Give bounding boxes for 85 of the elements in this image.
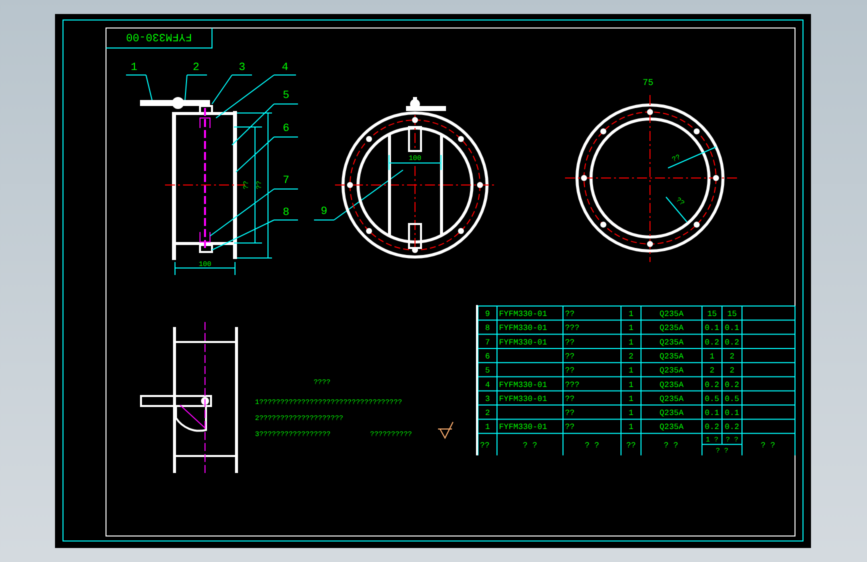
table-cell: ?? xyxy=(565,338,575,348)
table-cell: 2 xyxy=(710,366,714,376)
table-cell: 1 xyxy=(628,409,634,418)
table-header: ?? xyxy=(480,441,490,450)
callout-number: 1 xyxy=(130,62,138,74)
table-cell: 1 xyxy=(628,380,634,390)
table-cell: FYFM330-01 xyxy=(499,310,548,319)
callout-number: 7 xyxy=(282,175,290,187)
table-cell: 0.2 xyxy=(704,380,720,390)
table-cell: 6 xyxy=(485,352,490,362)
table-cell: FYFM330-01 xyxy=(499,324,548,334)
leader-line xyxy=(236,136,298,172)
table-cell: FYFM330-01 xyxy=(499,394,548,404)
table-cell: 9 xyxy=(485,310,490,319)
table-cell: FYFM330-01 xyxy=(499,423,548,432)
table-header: ? ? xyxy=(664,441,678,450)
table-cell: FYFM330-01 xyxy=(499,380,548,390)
table-cell: 1 xyxy=(628,394,634,404)
table-cell: ?? xyxy=(565,310,575,319)
table-cell: Q235A xyxy=(660,338,684,348)
table-cell: Q235A xyxy=(660,366,684,376)
table-cell: Q235A xyxy=(660,394,684,404)
table-cell: 2 xyxy=(730,352,734,362)
table-cell: 7 xyxy=(485,338,490,348)
table-cell: Q235A xyxy=(660,423,684,432)
table-header: ? ? xyxy=(584,441,600,450)
table-cell: 1 xyxy=(628,324,634,334)
table-cell: Q235A xyxy=(660,324,684,334)
table-header: ? ? xyxy=(522,441,538,450)
table-cell: 5 xyxy=(485,366,490,376)
table-cell: ?? xyxy=(565,409,575,418)
table-cell: 2 xyxy=(485,409,490,418)
table-cell: ?? xyxy=(565,352,575,362)
dimension-line xyxy=(174,262,236,276)
table-cell: 2 xyxy=(730,366,734,376)
table-cell: 0.5 xyxy=(704,394,720,404)
table-cell: 15 xyxy=(707,310,717,319)
callout-number: 8 xyxy=(282,207,290,219)
table-cell: ?? xyxy=(565,366,575,376)
table-header: ? ? xyxy=(760,441,776,450)
table-cell: 0.1 xyxy=(724,409,740,418)
table-cell: 1 xyxy=(628,423,634,432)
table-cell: 0.2 xyxy=(724,338,740,348)
table-cell: 1 xyxy=(710,352,714,362)
leader-line xyxy=(666,196,688,222)
table-cell: Q235A xyxy=(660,409,684,418)
drawing-number: FYFM330-00 xyxy=(126,30,192,42)
table-cell: 3 xyxy=(485,394,490,404)
table-cell: 4 xyxy=(485,380,490,390)
leader-line xyxy=(184,74,208,100)
table-cell: Q235A xyxy=(660,380,684,390)
table-cell: 0.2 xyxy=(724,380,740,390)
roughness-symbol-icon xyxy=(438,422,454,440)
dimension-line xyxy=(388,154,442,170)
table-cell: FYFM330-01 xyxy=(499,338,548,348)
table-header: ?? xyxy=(626,441,636,450)
table-cell: Q235A xyxy=(660,352,684,362)
dimension-label: 75 xyxy=(642,78,654,88)
table-cell: ?? xyxy=(565,394,575,404)
table-cell: 0.1 xyxy=(704,409,720,418)
table-cell: 0.2 xyxy=(704,423,720,432)
table-cell: 0.2 xyxy=(724,423,740,432)
callout-number: 9 xyxy=(320,206,328,218)
table-cell: 1 xyxy=(628,366,634,376)
table-cell: 1 xyxy=(628,310,634,319)
table-cell: 0.5 xyxy=(724,394,740,404)
callout-number: 6 xyxy=(282,123,290,135)
table-cell: 0.1 xyxy=(704,324,720,334)
callout-number: 2 xyxy=(192,62,200,74)
callout-number: 5 xyxy=(282,90,290,102)
callout-number: 3 xyxy=(238,62,246,74)
table-cell: 15 xyxy=(727,310,737,319)
table-cell: 0.1 xyxy=(724,324,740,334)
table-cell: ??? xyxy=(565,324,580,334)
table-cell: ??? xyxy=(565,380,580,390)
callout-number: 4 xyxy=(282,62,288,74)
table-cell: Q235A xyxy=(660,310,684,319)
leader-line xyxy=(668,146,716,168)
table-cell: ?? xyxy=(565,423,575,432)
table-cell: 0.2 xyxy=(704,338,720,348)
table-cell: 2 xyxy=(628,352,634,362)
table-cell: 8 xyxy=(485,324,490,334)
leader-line xyxy=(126,74,152,100)
table-cell: 1 xyxy=(485,423,490,432)
table-cell: 1 xyxy=(628,338,634,348)
